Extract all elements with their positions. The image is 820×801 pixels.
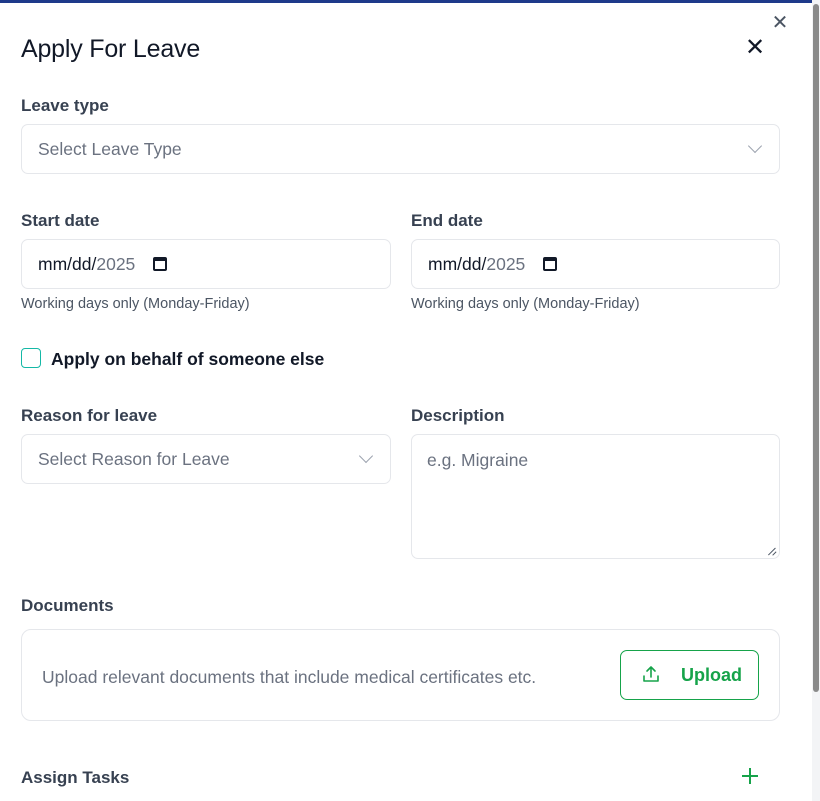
upload-label: Upload <box>681 665 742 685</box>
close-icon[interactable]: ✕ <box>744 36 766 60</box>
reason-label: Reason for leave <box>21 406 158 425</box>
upload-button[interactable]: Upload <box>620 650 759 700</box>
reason-placeholder: Select Reason for Leave <box>38 449 230 469</box>
reason-select[interactable]: Select Reason for Leave <box>21 434 391 484</box>
end-date-value: mm/dd/2025 <box>428 254 526 274</box>
description-placeholder: e.g. Migraine <box>427 450 529 470</box>
assign-tasks-label: Assign Tasks <box>21 768 130 787</box>
leave-type-select[interactable]: Select Leave Type <box>21 124 780 174</box>
documents-label: Documents <box>21 596 114 615</box>
description-label: Description <box>411 406 505 425</box>
start-date-value: mm/dd/2025 <box>38 254 136 274</box>
start-date-label: Start date <box>21 211 100 230</box>
resize-handle-icon[interactable] <box>768 547 776 555</box>
documents-helper-text: Upload relevant documents that include m… <box>42 667 537 687</box>
description-textarea[interactable]: e.g. Migraine <box>411 434 780 559</box>
leave-type-placeholder: Select Leave Type <box>38 139 182 159</box>
chevron-down-icon <box>358 448 374 464</box>
upload-icon <box>643 666 659 682</box>
calendar-icon[interactable] <box>543 257 557 271</box>
leave-type-label: Leave type <box>21 96 109 115</box>
on-behalf-label[interactable]: Apply on behalf of someone else <box>51 349 324 370</box>
start-date-hint: Working days only (Monday-Friday) <box>21 296 250 312</box>
on-behalf-checkbox[interactable] <box>21 348 41 368</box>
end-date-hint: Working days only (Monday-Friday) <box>411 296 640 312</box>
apply-leave-panel: Apply For Leave ✕ Leave type Select Leav… <box>0 3 810 801</box>
calendar-icon[interactable] <box>153 257 167 271</box>
documents-dropzone[interactable]: Upload relevant documents that include m… <box>21 629 780 721</box>
page-title: Apply For Leave <box>21 35 201 63</box>
scrollbar-thumb[interactable] <box>813 4 819 692</box>
end-date-input[interactable]: mm/dd/2025 <box>411 239 780 289</box>
start-date-input[interactable]: mm/dd/2025 <box>21 239 391 289</box>
add-task-plus-icon[interactable] <box>741 767 759 785</box>
end-date-label: End date <box>411 211 483 230</box>
chevron-down-icon <box>747 138 763 154</box>
